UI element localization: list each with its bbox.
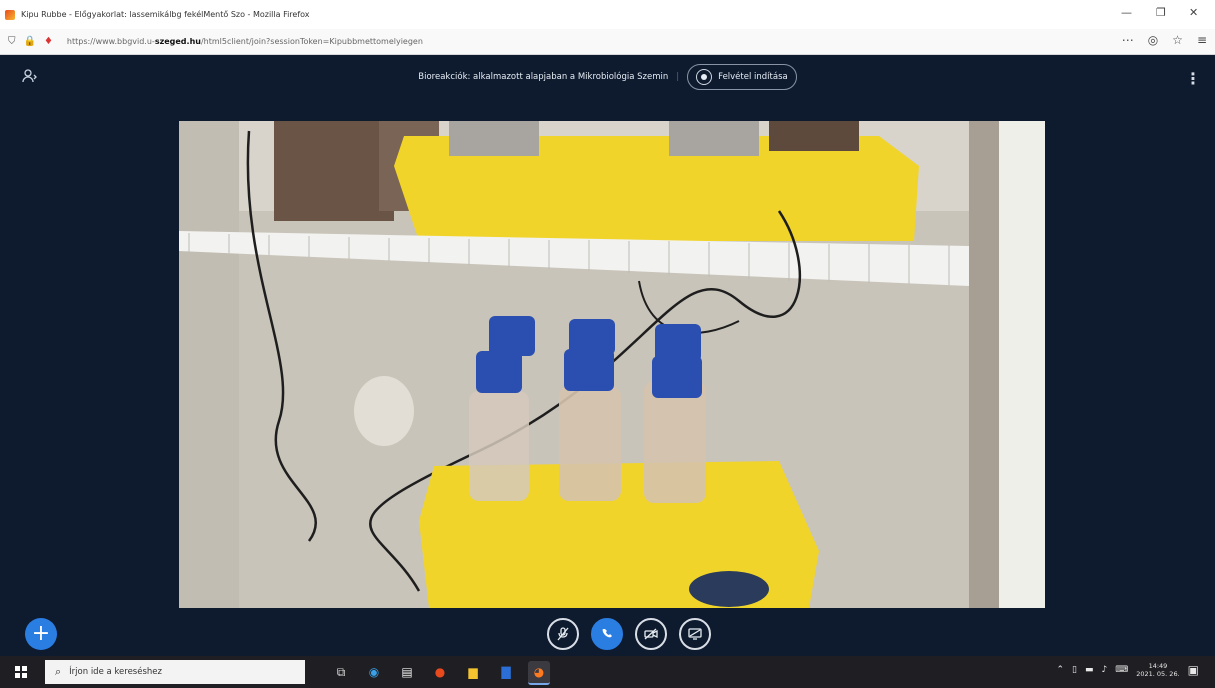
permission-icon[interactable]: ♦: [44, 36, 53, 47]
url-prefix: https://www.bbgvid.u-: [66, 37, 155, 46]
url-field[interactable]: https://www.bbgvid.u-szeged.hu/html5clie…: [67, 37, 423, 46]
store-bag-icon[interactable]: ▤: [396, 661, 418, 683]
language-icon[interactable]: ⌨: [1115, 665, 1128, 675]
conference-app: Bioreakciók: alkalmazott alapjaban a Mik…: [0, 55, 1215, 656]
header-divider: |: [676, 72, 680, 82]
shield-icon[interactable]: ⛉: [8, 36, 16, 47]
file-explorer-icon[interactable]: ▆: [462, 661, 484, 683]
record-icon: [696, 69, 713, 85]
meeting-header: Bioreakciók: alkalmazott alapjaban a Mik…: [0, 64, 1215, 90]
maximize-button[interactable]: ❐: [1156, 6, 1166, 19]
mic-muted-icon[interactable]: [547, 618, 579, 650]
clock-time: 14:49: [1148, 662, 1168, 670]
system-tray: ⌃ ▯ ▬ ♪ ⌨ 14:49 2021. 05. 26. ▣: [1056, 662, 1199, 678]
window-title: Kipu Rubbe - Előgyakorlat: lassemikálbg …: [21, 10, 310, 19]
kebab-menu-icon[interactable]: ⋮: [1185, 69, 1201, 88]
phone-icon[interactable]: [591, 618, 623, 650]
minimize-button[interactable]: —: [1121, 6, 1132, 19]
windows-start-icon[interactable]: [15, 666, 27, 678]
page-actions-icon[interactable]: ⋯: [1122, 33, 1134, 47]
url-domain: szeged.hu: [154, 37, 201, 46]
search-icon: ⌕: [55, 665, 62, 678]
firefox-favicon-icon: [5, 9, 15, 20]
video-frame-image: [179, 121, 1045, 608]
close-window-button[interactable]: ✕: [1189, 6, 1198, 19]
actions-plus-button[interactable]: +: [25, 618, 57, 650]
media-controls: [547, 618, 711, 650]
lock-icon[interactable]: 🔒: [24, 36, 36, 47]
screen-share-icon[interactable]: [679, 618, 711, 650]
bookmark-star-icon[interactable]: ☆: [1172, 33, 1183, 47]
office-icon[interactable]: ●: [429, 661, 451, 683]
taskbar-apps: ⧉ ◉ ▤ ● ▆ ▇ ◕: [330, 661, 550, 685]
start-recording-button[interactable]: Felvétel indítása: [687, 64, 797, 90]
word-icon[interactable]: ▇: [495, 661, 517, 683]
taskbar-search-box[interactable]: ⌕ Írjon ide a kereséshez: [45, 660, 305, 684]
battery-icon[interactable]: ▯: [1072, 665, 1077, 675]
network-icon[interactable]: ▬: [1085, 665, 1094, 675]
notifications-icon[interactable]: ▣: [1188, 663, 1199, 677]
volume-icon[interactable]: ♪: [1101, 665, 1107, 675]
meeting-title: Bioreakciók: alkalmazott alapjaban a Mik…: [418, 72, 669, 82]
clock-date: 2021. 05. 26.: [1136, 670, 1180, 678]
taskbar-clock[interactable]: 14:49 2021. 05. 26.: [1136, 662, 1179, 678]
record-label: Felvétel indítása: [718, 72, 788, 82]
edge-browser-icon[interactable]: ◉: [363, 661, 385, 683]
browser-titlebar: Kipu Rubbe - Előgyakorlat: lassemikálbg …: [0, 0, 1215, 29]
webcam-video: [179, 121, 1045, 608]
camera-off-icon[interactable]: [635, 618, 667, 650]
tray-expand-icon[interactable]: ⌃: [1056, 665, 1064, 675]
firefox-taskbar-icon[interactable]: ◕: [528, 661, 550, 685]
windows-taskbar: ⌕ Írjon ide a kereséshez ⧉ ◉ ▤ ● ▆ ▇ ◕ ⌃…: [0, 656, 1215, 688]
search-placeholder: Írjon ide a kereséshez: [69, 667, 162, 677]
url-rest: /html5client/join?sessionToken=Kipubbmet…: [200, 37, 423, 46]
hamburger-menu-icon[interactable]: ≡: [1197, 33, 1207, 47]
task-view-icon[interactable]: ⧉: [330, 661, 352, 683]
pocket-icon[interactable]: ◎: [1148, 33, 1158, 47]
browser-navbar: ⛉ 🔒 ♦ https://www.bbgvid.u-szeged.hu/htm…: [0, 29, 1215, 55]
